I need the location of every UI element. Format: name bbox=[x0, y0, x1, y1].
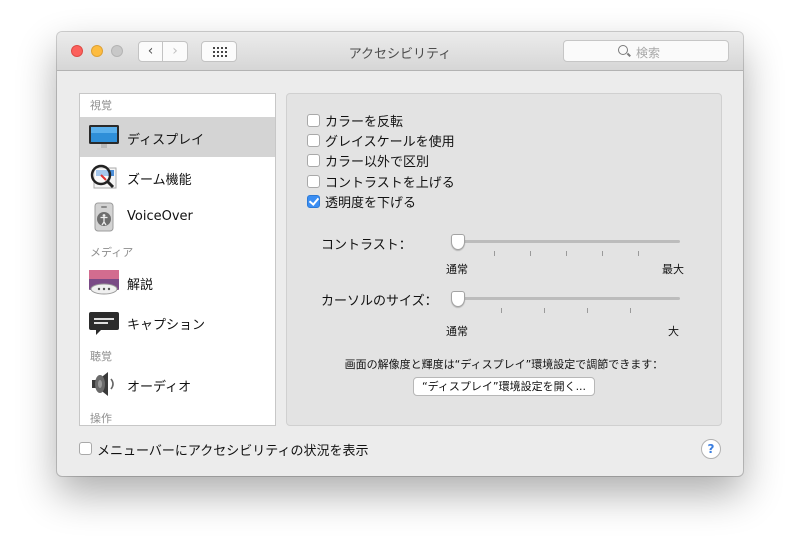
preferences-window: ‹ › アクセシビリティ 検索 視覚 ディスプレイ ズーム機能 VoiceOve… bbox=[57, 32, 743, 476]
slider-tick bbox=[530, 251, 531, 256]
sidebar-item-zoom[interactable]: ズーム機能 bbox=[80, 157, 275, 197]
slider-tick bbox=[566, 251, 567, 256]
zoom-icon bbox=[90, 164, 117, 189]
help-button[interactable]: ? bbox=[701, 439, 721, 459]
sidebar-item-label: ディスプレイ bbox=[127, 133, 205, 148]
sidebar-item-label: オーディオ bbox=[127, 380, 192, 395]
contrast-min-label: 通常 bbox=[446, 263, 468, 276]
cursor-size-slider-label: カーソルのサイズ： bbox=[321, 294, 438, 309]
slider-tick bbox=[544, 308, 545, 313]
contrast-slider-label: コントラスト： bbox=[321, 238, 412, 253]
sidebar-item-label: キャプション bbox=[127, 318, 206, 333]
cursor-size-slider-track[interactable] bbox=[452, 297, 680, 300]
increase-contrast-label[interactable]: コントラストを上げる bbox=[325, 172, 455, 191]
contrast-max-label: 最大 bbox=[662, 263, 684, 276]
sidebar-item-label: VoiceOver bbox=[127, 209, 193, 224]
audio-speaker-icon bbox=[92, 372, 114, 396]
display-prefs-note: 画面の解像度と輝度は“ディスプレイ”環境設定で調節できます： bbox=[344, 358, 664, 371]
sidebar-item-label: ズーム機能 bbox=[127, 173, 192, 188]
grayscale-label[interactable]: グレイスケールを使用 bbox=[325, 131, 455, 150]
sidebar-section-interaction: 操作 bbox=[90, 412, 112, 425]
slider-tick bbox=[630, 308, 631, 313]
contrast-slider-knob[interactable] bbox=[451, 234, 465, 250]
cursor-size-min-label: 通常 bbox=[446, 325, 468, 338]
differentiate-without-color-label[interactable]: カラー以外で区別 bbox=[325, 151, 429, 170]
title-bar: ‹ › アクセシビリティ 検索 bbox=[57, 32, 743, 71]
search-input[interactable]: 検索 bbox=[563, 40, 729, 62]
descriptions-icon bbox=[89, 270, 119, 295]
sidebar-item-label: 解説 bbox=[127, 278, 154, 293]
open-display-prefs-button[interactable]: “ディスプレイ”環境設定を開く... bbox=[413, 377, 595, 396]
display-icon bbox=[89, 125, 119, 150]
sidebar-item-captions[interactable]: キャプション bbox=[80, 302, 275, 342]
sidebar-item-voiceover[interactable]: VoiceOver bbox=[80, 197, 275, 237]
sidebar: 視覚 ディスプレイ ズーム機能 VoiceOver メディア 解説 キャプション… bbox=[79, 93, 276, 426]
voiceover-icon bbox=[94, 202, 114, 232]
sidebar-section-vision: 視覚 bbox=[90, 99, 112, 112]
cursor-size-slider-knob[interactable] bbox=[451, 291, 465, 307]
sidebar-item-audio[interactable]: オーディオ bbox=[80, 364, 275, 404]
slider-tick bbox=[638, 251, 639, 256]
sidebar-item-display[interactable]: ディスプレイ bbox=[80, 117, 275, 157]
search-icon bbox=[618, 45, 628, 55]
slider-tick bbox=[602, 251, 603, 256]
reduce-transparency-checkbox[interactable] bbox=[307, 195, 320, 208]
slider-tick bbox=[494, 251, 495, 256]
reduce-transparency-label[interactable]: 透明度を下げる bbox=[325, 192, 416, 211]
grayscale-checkbox[interactable] bbox=[307, 134, 320, 147]
invert-colors-label[interactable]: カラーを反転 bbox=[325, 111, 403, 130]
menubar-status-checkbox[interactable] bbox=[79, 442, 92, 455]
sidebar-section-hearing: 聴覚 bbox=[90, 350, 112, 363]
cursor-size-max-label: 大 bbox=[668, 325, 679, 338]
captions-icon bbox=[89, 312, 119, 335]
increase-contrast-checkbox[interactable] bbox=[307, 175, 320, 188]
search-placeholder: 検索 bbox=[636, 46, 661, 60]
invert-colors-checkbox[interactable] bbox=[307, 114, 320, 127]
display-settings-panel: カラーを反転 グレイスケールを使用 カラー以外で区別 コントラストを上げる 透明… bbox=[286, 93, 722, 426]
sidebar-item-descriptions[interactable]: 解説 bbox=[80, 262, 275, 302]
contrast-slider-track[interactable] bbox=[452, 240, 680, 243]
sidebar-section-media: メディア bbox=[90, 246, 134, 259]
menubar-status-label[interactable]: メニューバーにアクセシビリティの状況を表示 bbox=[97, 440, 368, 459]
differentiate-without-color-checkbox[interactable] bbox=[307, 154, 320, 167]
slider-tick bbox=[587, 308, 588, 313]
slider-tick bbox=[501, 308, 502, 313]
